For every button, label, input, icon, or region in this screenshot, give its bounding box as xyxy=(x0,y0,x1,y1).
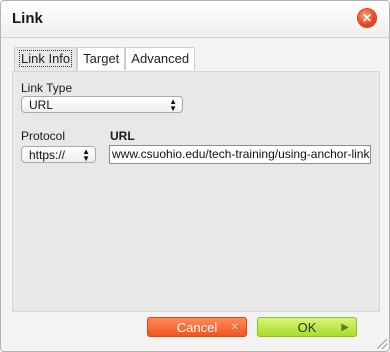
resize-handle-icon[interactable] xyxy=(377,339,387,349)
cancel-button-label: Cancel xyxy=(176,320,218,335)
tab-link-info[interactable]: Link Info xyxy=(14,47,78,72)
ok-button-label: OK xyxy=(297,320,317,335)
protocol-select[interactable]: https:// ▲ ▼ xyxy=(21,146,96,163)
cancel-button[interactable]: Cancel ✕ xyxy=(147,317,247,337)
tab-advanced-label: Advanced xyxy=(131,51,190,66)
link-type-label: Link Type xyxy=(21,81,73,95)
link-type-select[interactable]: URL ▲ ▼ xyxy=(21,96,183,113)
link-dialog: Link ✕ Link Info Target Advanced Link Ty… xyxy=(0,0,390,352)
url-label: URL xyxy=(110,129,135,143)
tab-bar: Link Info Target Advanced xyxy=(14,47,196,72)
select-arrows-icon: ▲ ▼ xyxy=(169,96,177,113)
dialog-title: Link xyxy=(12,10,43,27)
close-icon: ✕ xyxy=(230,322,239,333)
tab-target-label: Target xyxy=(83,51,120,66)
arrow-right-icon: ▶ xyxy=(341,322,349,333)
tab-link-info-label: Link Info xyxy=(18,50,73,67)
ok-button[interactable]: OK ▶ xyxy=(257,317,357,337)
tab-advanced[interactable]: Advanced xyxy=(125,47,196,70)
link-type-value: URL xyxy=(29,98,54,112)
url-input[interactable]: www.csuohio.edu/tech-training/using-anch… xyxy=(109,145,371,164)
tab-target[interactable]: Target xyxy=(77,47,126,70)
close-icon[interactable]: ✕ xyxy=(358,9,376,27)
select-arrows-icon: ▲ ▼ xyxy=(82,146,90,163)
dialog-titlebar[interactable]: Link ✕ xyxy=(1,1,389,38)
protocol-label: Protocol xyxy=(21,129,66,143)
protocol-value: https:// xyxy=(29,148,66,162)
